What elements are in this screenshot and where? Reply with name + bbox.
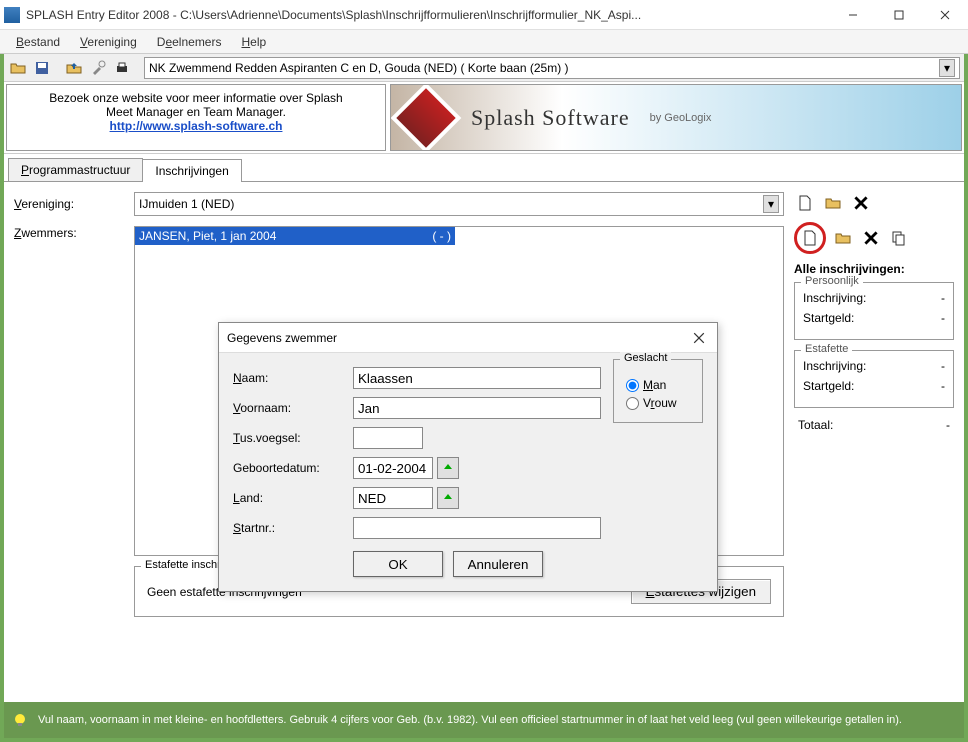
vrouw-label: Vrouw <box>643 396 677 410</box>
voornaam-input[interactable] <box>353 397 601 419</box>
new-icon[interactable] <box>794 192 816 214</box>
bulb-icon <box>12 712 28 728</box>
startnr-label: Startnr.: <box>233 521 353 535</box>
tus-input[interactable] <box>353 427 423 449</box>
open-icon[interactable] <box>8 58 28 78</box>
swimmer-dialog: Gegevens zwemmer Naam: Voornaam: Tus.voe… <box>218 322 718 592</box>
info-line2: Meet Manager en Team Manager. <box>13 105 379 119</box>
event-select[interactable]: NK Zwemmend Redden Aspiranten C en D, Go… <box>144 57 960 79</box>
geb-label: Geboortedatum: <box>233 461 353 475</box>
edit-icon[interactable] <box>822 192 844 214</box>
tab-programmastructuur[interactable]: Programmastructuur <box>8 158 143 181</box>
chevron-down-icon[interactable]: ▾ <box>939 59 955 77</box>
close-button[interactable] <box>922 0 968 30</box>
copy-icon[interactable] <box>888 227 910 249</box>
titlebar: SPLASH Entry Editor 2008 - C:\Users\Adri… <box>0 0 968 30</box>
minimize-button[interactable] <box>830 0 876 30</box>
estafette-side-label: Estafette <box>801 343 852 355</box>
vereniging-select[interactable]: IJmuiden 1 (NED) ▾ <box>134 192 784 216</box>
alle-inschrijvingen-title: Alle inschrijvingen: <box>794 262 954 276</box>
naam-label: Naam: <box>233 371 353 385</box>
menu-vereniging[interactable]: Vereniging <box>70 33 147 51</box>
delete-icon[interactable] <box>850 192 872 214</box>
vereniging-label: Vereniging: <box>14 197 134 211</box>
man-label: Man <box>643 378 666 392</box>
window-title: SPLASH Entry Editor 2008 - C:\Users\Adri… <box>26 8 830 22</box>
app-icon <box>4 7 20 23</box>
swimmer-count: ( - ) <box>432 229 451 243</box>
menu-deelnemers[interactable]: Deelnemers <box>147 33 232 51</box>
banner-sub: by GeoLogix <box>650 112 712 124</box>
list-item[interactable]: JANSEN, Piet, 1 jan 2004 ( - ) <box>135 227 455 245</box>
geb-lookup-icon[interactable] <box>437 457 459 479</box>
folder-up-icon[interactable] <box>64 58 84 78</box>
maximize-button[interactable] <box>876 0 922 30</box>
splash-banner: Splash Software by GeoLogix <box>390 84 962 151</box>
statusbar: Vul naam, voornaam in met kleine- en hoo… <box>4 702 964 738</box>
edit-swimmer-icon[interactable] <box>832 227 854 249</box>
land-input[interactable] <box>353 487 433 509</box>
delete-swimmer-icon[interactable] <box>860 227 882 249</box>
ok-button[interactable]: OK <box>353 551 443 577</box>
persoonlijk-label: Persoonlijk <box>801 275 863 287</box>
vereniging-value: IJmuiden 1 (NED) <box>139 197 234 211</box>
est-inschrijving-value: - <box>941 359 945 373</box>
inschrijving-label: Inschrijving: <box>803 291 866 305</box>
naam-input[interactable] <box>353 367 601 389</box>
save-icon[interactable] <box>32 58 52 78</box>
man-radio[interactable] <box>626 379 639 392</box>
geslacht-fieldset: Geslacht Man Vrouw <box>613 359 703 423</box>
tool-icon[interactable] <box>88 58 108 78</box>
est-startgeld-value: - <box>941 379 945 393</box>
inschrijving-value: - <box>941 291 945 305</box>
estafette-fieldset-side: Estafette Inschrijving:- Startgeld:- <box>794 350 954 408</box>
dialog-close-icon[interactable] <box>689 328 709 348</box>
print-icon[interactable] <box>112 58 132 78</box>
info-box: Bezoek onze website voor meer informatie… <box>6 84 386 151</box>
totaal-label: Totaal: <box>798 418 833 432</box>
tab-inschrijvingen[interactable]: Inschrijvingen <box>142 159 241 182</box>
persoonlijk-fieldset: Persoonlijk Inschrijving:- Startgeld:- <box>794 282 954 340</box>
land-label: Land: <box>233 491 353 505</box>
tus-label: Tus.voegsel: <box>233 431 353 445</box>
splash-logo-icon <box>391 84 462 151</box>
menubar: Bestand Vereniging Deelnemers Help <box>0 30 968 54</box>
new-swimmer-icon[interactable] <box>794 222 826 254</box>
startnr-input[interactable] <box>353 517 601 539</box>
est-startgeld-label: Startgeld: <box>803 379 854 393</box>
dialog-title: Gegevens zwemmer <box>227 331 337 345</box>
website-link[interactable]: http://www.splash-software.ch <box>13 119 379 133</box>
geb-input[interactable] <box>353 457 433 479</box>
voornaam-label: Voornaam: <box>233 401 353 415</box>
land-lookup-icon[interactable] <box>437 487 459 509</box>
menu-help[interactable]: Help <box>231 33 276 51</box>
event-text: NK Zwemmend Redden Aspiranten C en D, Go… <box>149 61 569 75</box>
swimmer-name: JANSEN, Piet, 1 jan 2004 <box>139 229 276 243</box>
est-inschrijving-label: Inschrijving: <box>803 359 866 373</box>
geslacht-label: Geslacht <box>620 352 671 364</box>
toolbar: NK Zwemmend Redden Aspiranten C en D, Go… <box>4 54 964 82</box>
vrouw-radio[interactable] <box>626 397 639 410</box>
status-text: Vul naam, voornaam in met kleine- en hoo… <box>38 714 902 726</box>
menu-bestand[interactable]: Bestand <box>6 33 70 51</box>
tabs: Programmastructuur Inschrijvingen <box>4 158 964 182</box>
banner-title: Splash Software <box>471 105 630 131</box>
annuleren-button[interactable]: Annuleren <box>453 551 543 577</box>
startgeld-value: - <box>941 311 945 325</box>
totaal-value: - <box>946 418 950 432</box>
chevron-down-icon[interactable]: ▾ <box>763 195 779 213</box>
startgeld-label: Startgeld: <box>803 311 854 325</box>
zwemmers-label: Zwemmers: <box>14 226 134 240</box>
info-line1: Bezoek onze website voor meer informatie… <box>13 91 379 105</box>
